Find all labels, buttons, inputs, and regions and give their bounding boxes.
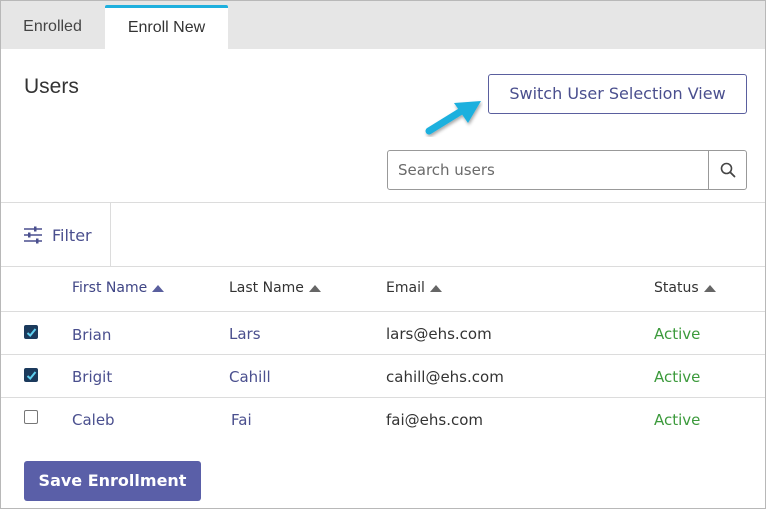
search-input[interactable] <box>388 151 708 189</box>
first-name-cell[interactable]: Caleb <box>72 411 115 429</box>
save-enrollment-button[interactable]: Save Enrollment <box>24 461 201 501</box>
app-frame: Enrolled Enroll New Users Switch User Se… <box>0 0 766 509</box>
search-button[interactable] <box>708 151 746 189</box>
sort-asc-icon <box>152 284 165 292</box>
email-cell: lars@ehs.com <box>386 325 492 343</box>
tab-bar: Enrolled Enroll New <box>1 1 765 49</box>
filter-sliders-icon <box>24 226 42 244</box>
last-name-cell[interactable]: Fai <box>231 411 252 429</box>
checkmark-icon <box>26 328 37 337</box>
tab-enrolled[interactable]: Enrolled <box>2 5 103 49</box>
filter-label: Filter <box>52 225 92 245</box>
filter-divider <box>1 266 765 267</box>
email-cell: cahill@ehs.com <box>386 368 504 386</box>
row-checkbox[interactable] <box>24 325 38 339</box>
column-header-label: Email <box>386 280 425 296</box>
filter-area: Filter <box>1 203 111 266</box>
column-header-label: Last Name <box>229 280 304 296</box>
tab-enroll-new[interactable]: Enroll New <box>105 5 228 49</box>
status-cell: Active <box>654 411 701 429</box>
column-header-status[interactable]: Status <box>654 280 716 296</box>
column-header-label: Status <box>654 280 699 296</box>
column-header-label: First Name <box>72 280 148 296</box>
column-header-first-name[interactable]: First Name <box>72 280 165 296</box>
checkmark-icon <box>26 371 37 380</box>
search-box <box>387 150 747 190</box>
status-cell: Active <box>654 368 701 386</box>
header-divider <box>1 311 765 312</box>
sort-asc-icon <box>429 284 442 292</box>
section-divider <box>1 202 765 203</box>
email-cell: fai@ehs.com <box>386 411 483 429</box>
callout-arrow-icon <box>425 101 481 135</box>
sort-asc-icon <box>308 284 321 292</box>
row-checkbox[interactable] <box>24 368 38 382</box>
row-divider <box>1 397 765 398</box>
row-divider <box>1 354 765 355</box>
column-header-email[interactable]: Email <box>386 280 442 296</box>
status-cell: Active <box>654 325 701 343</box>
filter-button[interactable]: Filter <box>23 223 92 247</box>
first-name-cell[interactable]: Brigit <box>72 368 112 386</box>
search-icon <box>720 162 735 178</box>
page-title: Users <box>24 75 79 98</box>
last-name-cell[interactable]: Cahill <box>229 368 271 386</box>
sort-asc-icon <box>703 284 716 292</box>
row-checkbox[interactable] <box>24 410 38 424</box>
first-name-cell[interactable]: Brian <box>72 326 111 344</box>
column-header-last-name[interactable]: Last Name <box>229 280 321 296</box>
switch-user-selection-view-button[interactable]: Switch User Selection View <box>488 74 747 114</box>
last-name-cell[interactable]: Lars <box>229 325 261 343</box>
